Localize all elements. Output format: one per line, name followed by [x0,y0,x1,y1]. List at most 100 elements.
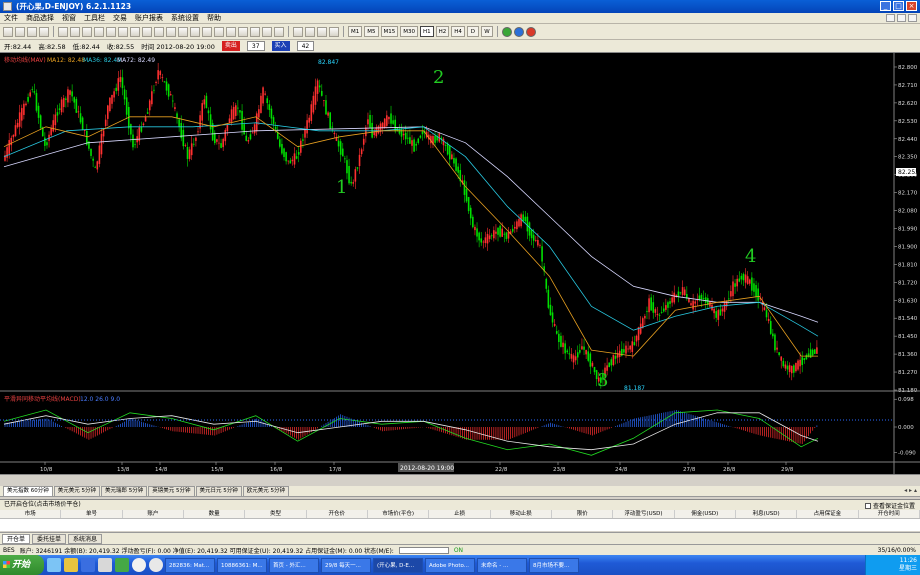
maximize-button[interactable]: □ [893,1,904,11]
tab-pending-orders[interactable]: 委托挂单 [32,533,67,544]
refresh-icon[interactable] [513,26,524,37]
price-chart[interactable]: 82.800 82.710 82.620 82.530 82.440 82.350 82.2… [0,53,920,474]
tab-system-messages[interactable]: 系统消息 [68,533,103,544]
candle-chart-icon[interactable] [305,26,315,37]
tab-nav-arrows[interactable]: ◂ ▸ ▴ [904,487,917,494]
close-button[interactable]: × [906,1,917,11]
task-6[interactable]: Adobe Photo... [425,557,475,573]
quicklaunch-desktop-icon[interactable] [47,558,61,572]
tab-open-orders[interactable]: 开仓单 [2,533,31,544]
indicator-icon[interactable] [329,26,339,37]
margin-check[interactable]: 查看保证金位置 [864,501,915,510]
crosshair-icon[interactable] [70,26,80,37]
cycle-lines-icon[interactable] [226,26,236,37]
chart-tab-1[interactable]: 美元指数 60分钟 [3,486,53,496]
child-close-icon[interactable] [908,14,917,22]
channel-icon[interactable] [118,26,128,37]
menu-system-settings[interactable]: 系统设置 [171,13,199,23]
ellipse-icon[interactable] [178,26,188,37]
buy-button[interactable]: 买入 [271,41,290,51]
save-icon[interactable] [27,26,37,37]
horizontal-line-icon[interactable] [94,26,104,37]
vertical-line-icon[interactable] [82,26,92,37]
menu-toolbar[interactable]: 工具栏 [84,13,105,23]
magnet-icon[interactable] [250,26,260,37]
col-type[interactable]: 类型 [245,510,307,518]
col-floating-pl[interactable]: 浮动盈亏(USD) [613,510,675,518]
menu-account-report[interactable]: 账户报表 [135,13,163,23]
chart-tab-6[interactable]: 欧元美元 5分钟 [242,486,289,496]
print-icon[interactable] [39,26,49,37]
sell-button[interactable]: 卖出 [221,41,240,51]
delete-objects-icon[interactable] [238,26,248,37]
col-limit[interactable]: 限价 [552,510,614,518]
connect-icon[interactable] [501,26,512,37]
col-market[interactable]: 市场 [0,510,62,518]
timeframe-w[interactable]: W [480,26,493,37]
bar-chart-icon[interactable] [293,26,303,37]
task-5[interactable]: (开心果, D-E... [373,557,423,573]
task-3[interactable]: 首页 - 外汇... [269,557,319,573]
timeframe-m30[interactable]: M30 [400,26,418,37]
timeframe-m15[interactable]: M15 [380,26,399,37]
rectangle-icon[interactable] [166,26,176,37]
col-open-price[interactable]: 开仓价 [307,510,368,518]
timeframe-m1[interactable]: M1 [348,26,363,37]
col-commission[interactable]: 佣金(USD) [675,510,736,518]
gann-icon[interactable] [202,26,212,37]
menu-view[interactable]: 视窗 [62,13,76,23]
trend-line-icon[interactable] [106,26,116,37]
fibonacci-icon[interactable] [130,26,140,37]
timeframe-h1[interactable]: H1 [420,26,434,37]
timeframe-d[interactable]: D [466,26,479,37]
task-4[interactable]: 29/8 每天一... [321,557,371,573]
child-minimize-icon[interactable] [886,14,895,22]
col-ticket[interactable]: 单号 [61,510,123,518]
menu-help[interactable]: 帮助 [207,13,221,23]
col-market-price[interactable]: 市场价(平仓) [368,510,430,518]
task-7[interactable]: 未命名 - ... [477,557,527,573]
col-open-time[interactable]: 开仓时间 [859,510,920,518]
eraser-icon[interactable] [274,26,284,37]
col-stop-loss[interactable]: 止损 [429,510,491,518]
task-8[interactable]: 8月市场不要... [529,557,579,573]
menu-file[interactable]: 文件 [4,13,18,23]
chart-tab-5[interactable]: 美元日元 5分钟 [195,486,242,496]
lock-icon[interactable] [262,26,272,37]
task-1[interactable]: 282836: Mat... [165,557,215,573]
col-account[interactable]: 账户 [123,510,184,518]
task-2[interactable]: 10886361: M... [217,557,267,573]
timeframe-h2[interactable]: H2 [435,26,450,37]
new-order-icon[interactable] [3,26,13,37]
chart-tab-4[interactable]: 英镑美元 5分钟 [148,486,195,496]
open-icon[interactable] [15,26,25,37]
line-chart-icon[interactable] [317,26,327,37]
minimize-button[interactable]: _ [880,1,891,11]
chart-tab-3[interactable]: 美元瑞郎 5分钟 [101,486,148,496]
col-interest[interactable]: 利息(USD) [736,510,798,518]
menu-product-select[interactable]: 商品选择 [26,13,54,23]
chart-scrollbar[interactable] [0,474,920,486]
pitchfork-icon[interactable] [214,26,224,37]
timeframe-h4[interactable]: H4 [451,26,465,37]
quicklaunch-media-icon[interactable] [115,558,129,572]
timeframe-m5[interactable]: M5 [364,26,379,37]
tray-clock[interactable]: 11:26 [866,557,917,565]
menu-trade[interactable]: 交易 [113,13,127,23]
col-quantity[interactable]: 数量 [184,510,246,518]
chart-tab-2[interactable]: 美元美元 5分钟 [53,486,100,496]
stop-icon[interactable] [525,26,536,37]
cursor-icon[interactable] [58,26,68,37]
start-button[interactable]: 开始 [0,555,44,575]
arrow-icon[interactable] [154,26,164,37]
child-restore-icon[interactable] [897,14,906,22]
text-icon[interactable] [142,26,152,37]
quicklaunch-ie-icon[interactable] [81,558,95,572]
quicklaunch-folder-icon[interactable] [64,558,78,572]
col-trailing-stop[interactable]: 移动止损 [491,510,552,518]
quicklaunch-app-icon[interactable] [98,558,112,572]
margin-checkbox[interactable] [864,502,871,509]
quicklaunch-k-icon[interactable] [132,558,146,572]
triangle-icon[interactable] [190,26,200,37]
quicklaunch-circle-icon[interactable] [149,558,163,572]
